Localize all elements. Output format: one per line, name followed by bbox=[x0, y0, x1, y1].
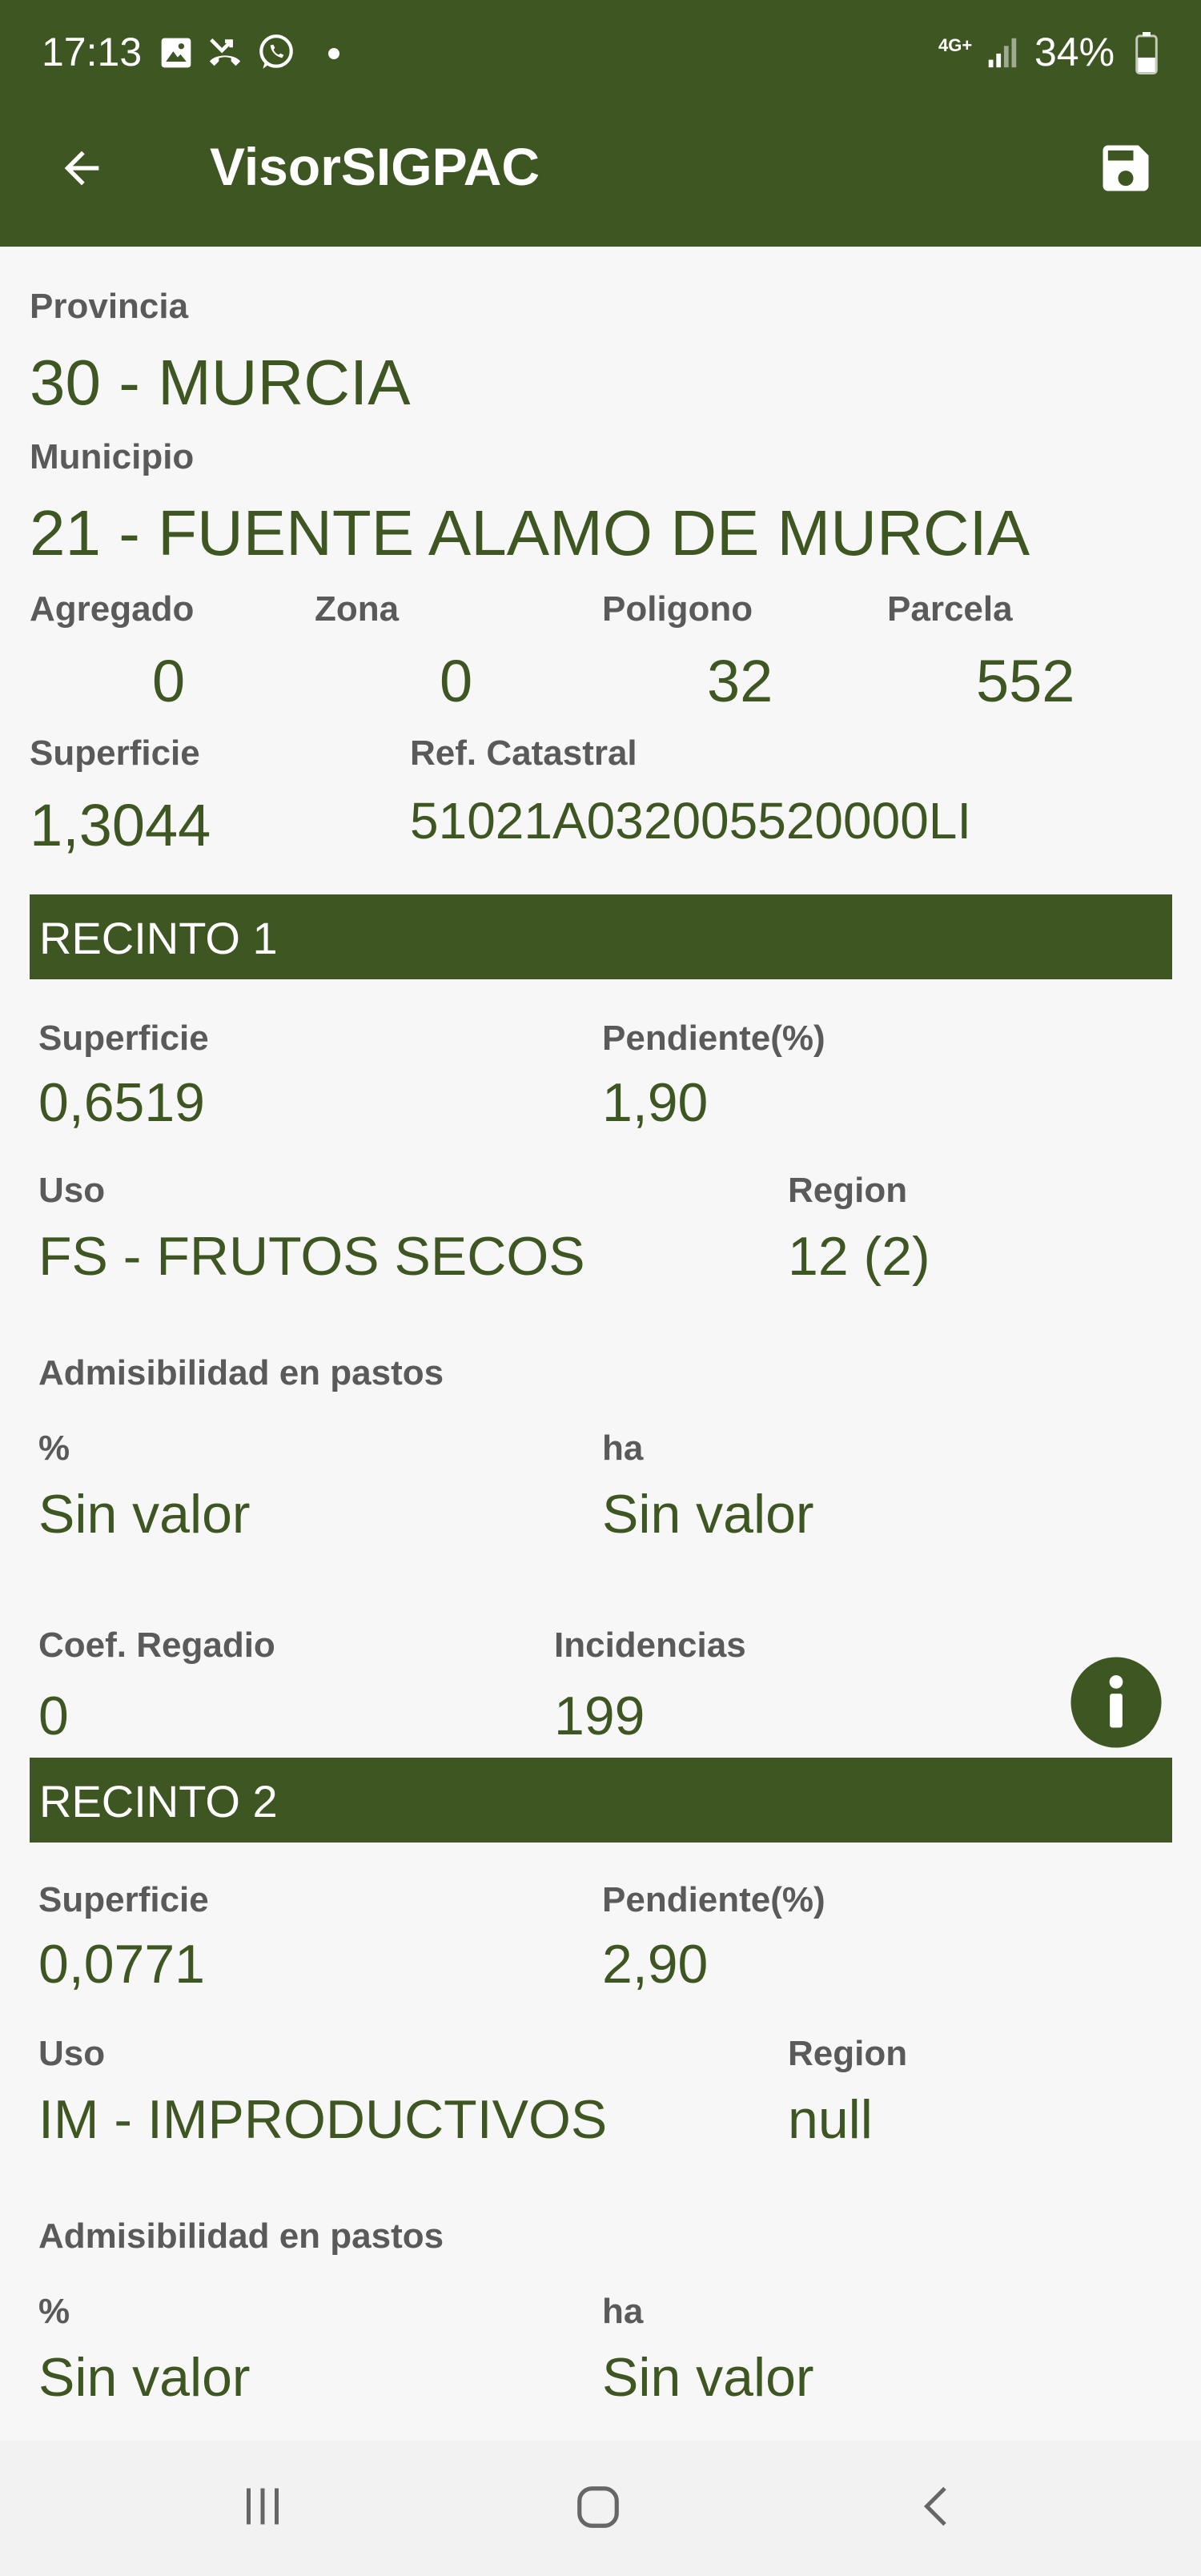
r2-superficie-label: Superficie bbox=[38, 1880, 209, 1919]
r1-pendiente-label: Pendiente(%) bbox=[602, 1019, 825, 1058]
recinto-2-title: RECINTO 2 bbox=[39, 1776, 278, 1827]
r1-pct-label: % bbox=[38, 1429, 70, 1468]
parcela-label: Parcela bbox=[887, 589, 1013, 629]
r1-superficie-value: 0,6519 bbox=[38, 1072, 205, 1133]
gallery-icon bbox=[161, 38, 191, 68]
superficie-label: Superficie bbox=[30, 733, 200, 773]
r2-superficie-value: 0,0771 bbox=[38, 1934, 205, 1995]
agregado-label: Agregado bbox=[30, 589, 195, 629]
recinto-2-header: RECINTO 2 bbox=[30, 1758, 1172, 1843]
r2-pendiente-value: 2,90 bbox=[602, 1934, 709, 1995]
r2-admisibilidad-label: Admisibilidad en pastos bbox=[38, 2216, 444, 2256]
r1-pendiente-value: 1,90 bbox=[602, 1072, 709, 1133]
recinto-1-header: RECINTO 1 bbox=[30, 894, 1172, 979]
network-type: 4G+ bbox=[938, 35, 973, 55]
r2-uso-value: IM - IMPRODUCTIVOS bbox=[38, 2089, 608, 2150]
superficie-value: 1,3044 bbox=[30, 792, 211, 858]
dot-icon bbox=[328, 48, 339, 59]
r2-uso-label: Uso bbox=[38, 2034, 106, 2073]
r2-pendiente-label: Pendiente(%) bbox=[602, 1880, 825, 1919]
ref-catastral-label: Ref. Catastral bbox=[410, 733, 637, 773]
provincia-label: Provincia bbox=[30, 287, 189, 326]
save-icon[interactable] bbox=[1095, 138, 1156, 199]
battery-percent: 34% bbox=[1034, 30, 1115, 74]
municipio-label: Municipio bbox=[30, 437, 195, 476]
agregado-value: 0 bbox=[152, 648, 186, 714]
r1-region-value: 12 (2) bbox=[788, 1226, 930, 1287]
r1-pct-value: Sin valor bbox=[38, 1484, 251, 1545]
ref-catastral-value: 51021A032005520000LI bbox=[410, 792, 972, 850]
r1-superficie-label: Superficie bbox=[38, 1019, 209, 1058]
navigation-bar bbox=[0, 2441, 1201, 2576]
parcela-value: 552 bbox=[976, 648, 1075, 714]
r2-pct-value: Sin valor bbox=[38, 2347, 251, 2408]
app-title: VisorSIGPAC bbox=[210, 137, 540, 196]
r1-ha-value: Sin valor bbox=[602, 1484, 814, 1545]
app-bar: VisorSIGPAC bbox=[0, 112, 1201, 247]
arrow-left-icon[interactable] bbox=[56, 143, 107, 194]
back-icon[interactable] bbox=[913, 2482, 961, 2530]
home-icon[interactable] bbox=[573, 2482, 623, 2532]
zona-value: 0 bbox=[440, 648, 473, 714]
poligono-value: 32 bbox=[707, 648, 773, 714]
zona-label: Zona bbox=[315, 589, 400, 629]
r2-pct-label: % bbox=[38, 2292, 70, 2331]
missed-call-icon bbox=[209, 38, 241, 66]
info-icon[interactable] bbox=[1069, 1655, 1163, 1750]
r1-incidencias-value: 199 bbox=[554, 1686, 645, 1746]
status-time: 17:13 bbox=[42, 30, 143, 74]
r1-ha-label: ha bbox=[602, 1429, 644, 1468]
r1-admisibilidad-label: Admisibilidad en pastos bbox=[38, 1353, 444, 1392]
r1-uso-value: FS - FRUTOS SECOS bbox=[38, 1226, 585, 1287]
r1-coef-regadio-value: 0 bbox=[38, 1686, 69, 1746]
recent-apps-icon[interactable] bbox=[239, 2482, 287, 2530]
signal-icon bbox=[988, 38, 1017, 68]
r2-region-label: Region bbox=[788, 2034, 908, 2073]
status-bar: 17:13 4G+ 34% bbox=[0, 0, 1201, 112]
recinto-1-title: RECINTO 1 bbox=[39, 913, 278, 963]
r2-ha-label: ha bbox=[602, 2292, 644, 2331]
r1-coef-regadio-label: Coef. Regadio bbox=[38, 1626, 275, 1665]
provincia-value: 30 - MURCIA bbox=[30, 347, 411, 418]
r2-ha-value: Sin valor bbox=[602, 2347, 814, 2408]
r2-region-value: null bbox=[788, 2089, 873, 2150]
r1-uso-label: Uso bbox=[38, 1171, 106, 1210]
r1-region-label: Region bbox=[788, 1171, 908, 1210]
battery-icon bbox=[1135, 32, 1158, 75]
whatsapp-icon bbox=[259, 34, 293, 69]
municipio-value: 21 - FUENTE ALAMO DE MURCIA bbox=[30, 497, 1030, 569]
poligono-label: Poligono bbox=[602, 589, 753, 629]
r1-incidencias-label: Incidencias bbox=[554, 1626, 746, 1665]
